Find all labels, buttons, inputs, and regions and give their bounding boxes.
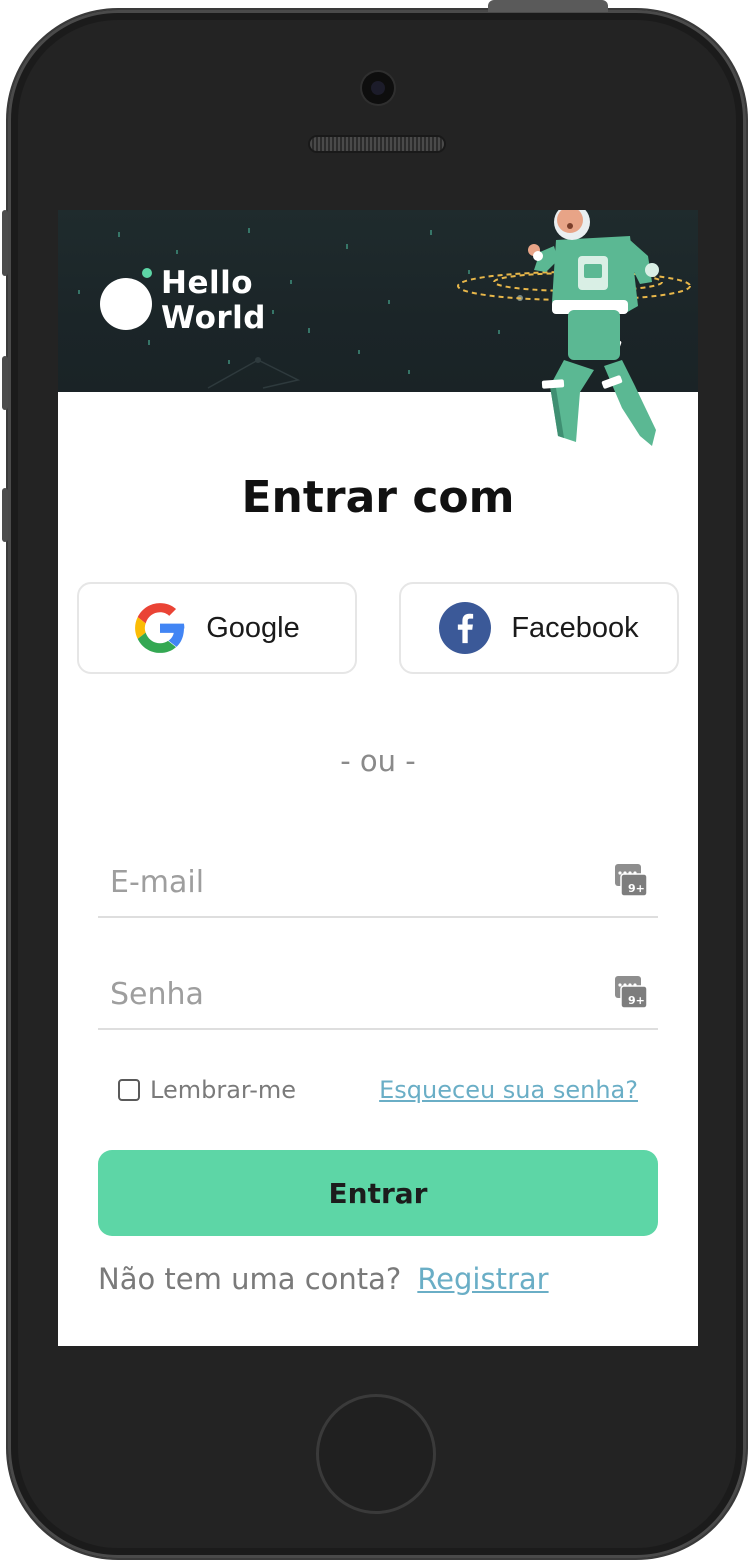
password-manager-icon[interactable]: 9+ xyxy=(614,974,648,1010)
home-button[interactable] xyxy=(316,1394,436,1514)
earpiece-speaker xyxy=(310,137,444,151)
google-icon xyxy=(135,603,185,653)
password-field: 9+ xyxy=(98,960,658,1030)
or-divider: - ou - xyxy=(340,744,416,778)
volume-up-button xyxy=(2,356,8,410)
power-button xyxy=(488,0,608,12)
brand-line-1: Hello xyxy=(161,265,254,301)
svg-text:9+: 9+ xyxy=(628,994,645,1007)
brand-logo-text: Hello World xyxy=(161,266,266,336)
password-manager-icon[interactable]: 9+ xyxy=(614,862,648,898)
front-camera xyxy=(362,72,394,104)
astronaut-illustration xyxy=(457,210,691,446)
logo-mark xyxy=(100,278,152,330)
facebook-icon xyxy=(439,602,492,654)
email-field: 9+ xyxy=(98,848,658,918)
logo-accent-dot xyxy=(142,268,152,278)
remember-me-label: Lembrar-me xyxy=(150,1076,297,1104)
facebook-login-button[interactable]: Facebook xyxy=(399,582,679,674)
volume-down-button xyxy=(2,488,8,542)
google-login-button[interactable]: Google xyxy=(77,582,357,674)
brand-line-2: World xyxy=(161,300,266,336)
forgot-password-link[interactable]: Esqueceu sua senha? xyxy=(379,1076,638,1104)
signup-prompt: Não tem uma conta? Registrar xyxy=(98,1262,549,1296)
app-screen: Hello World Entrar com Google Facebook -… xyxy=(58,210,698,1346)
facebook-button-label: Facebook xyxy=(511,611,639,644)
google-button-label: Google xyxy=(206,611,300,644)
no-account-text: Não tem uma conta? xyxy=(98,1262,402,1296)
svg-text:9+: 9+ xyxy=(628,882,645,895)
register-link[interactable]: Registrar xyxy=(417,1262,548,1296)
page-title: Entrar com xyxy=(241,472,515,523)
email-input[interactable] xyxy=(108,858,592,906)
remember-me-checkbox[interactable] xyxy=(118,1079,140,1101)
mute-switch xyxy=(2,210,8,276)
remember-me[interactable]: Lembrar-me xyxy=(118,1076,296,1104)
login-submit-button[interactable]: Entrar xyxy=(98,1150,658,1236)
password-input[interactable] xyxy=(108,970,592,1018)
